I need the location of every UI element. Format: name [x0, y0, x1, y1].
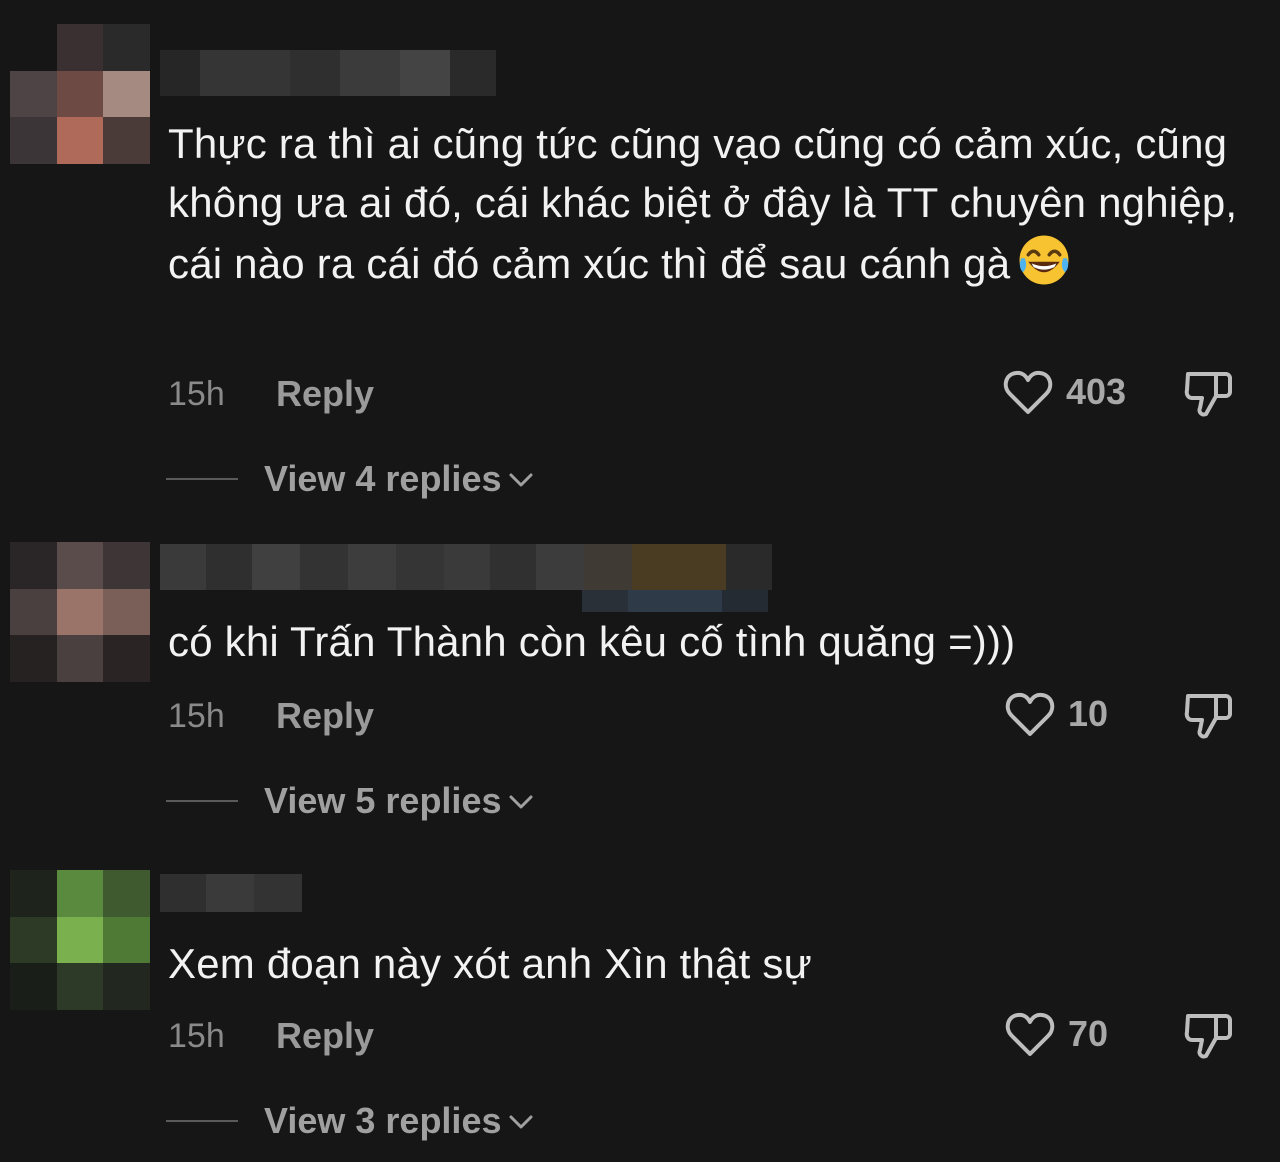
username[interactable]: [160, 50, 496, 96]
comment-time: 15h: [168, 375, 225, 413]
chevron-down-icon: [509, 795, 533, 809]
avatar[interactable]: [10, 542, 150, 682]
like-button[interactable]: 10: [1004, 690, 1108, 738]
comment-text: Thực ra thì ai cũng tức cũng vạo cũng có…: [168, 114, 1258, 293]
avatar[interactable]: [10, 870, 150, 1010]
laughing-tears-emoji-icon: [1019, 235, 1069, 285]
chevron-down-icon: [509, 1115, 533, 1129]
reply-button[interactable]: Reply: [276, 1016, 374, 1056]
comment-text: có khi Trấn Thành còn kêu cố tình quăng …: [168, 618, 1016, 665]
heart-icon: [1003, 370, 1053, 414]
chevron-down-icon: [509, 473, 533, 487]
comment-text-content: Thực ra thì ai cũng tức cũng vạo cũng có…: [168, 120, 1238, 287]
comment-time: 15h: [168, 697, 225, 735]
like-count: 403: [1066, 371, 1127, 412]
avatar[interactable]: [10, 24, 150, 164]
comment-list: Thực ra thì ai cũng tức cũng vạo cũng có…: [0, 0, 1280, 1162]
view-replies-label: View 3 replies: [264, 1100, 502, 1141]
like-button[interactable]: 70: [1004, 1010, 1108, 1058]
view-replies-button[interactable]: View 3 replies: [166, 1100, 535, 1142]
thread-line: [166, 800, 238, 802]
thread-line: [166, 478, 238, 480]
view-replies-label: View 5 replies: [264, 780, 502, 821]
like-button[interactable]: 403: [1002, 368, 1126, 416]
dislike-icon[interactable]: [1180, 688, 1236, 744]
view-replies-button[interactable]: View 5 replies: [166, 780, 535, 822]
view-replies-label: View 4 replies: [264, 458, 502, 499]
like-count: 10: [1068, 693, 1109, 734]
view-replies-button[interactable]: View 4 replies: [166, 458, 535, 500]
thread-line: [166, 1120, 238, 1122]
like-count: 70: [1068, 1013, 1109, 1054]
comment-time: 15h: [168, 1017, 225, 1055]
username-badge: [582, 590, 768, 612]
dislike-icon[interactable]: [1180, 366, 1236, 422]
heart-icon: [1005, 1012, 1055, 1056]
reply-button[interactable]: Reply: [276, 696, 374, 736]
heart-icon: [1005, 692, 1055, 736]
reply-button[interactable]: Reply: [276, 374, 374, 414]
username[interactable]: [160, 874, 302, 912]
comment-text: Xem đoạn này xót anh Xìn thật sự: [168, 940, 812, 987]
username[interactable]: [160, 544, 772, 590]
dislike-icon[interactable]: [1180, 1008, 1236, 1064]
